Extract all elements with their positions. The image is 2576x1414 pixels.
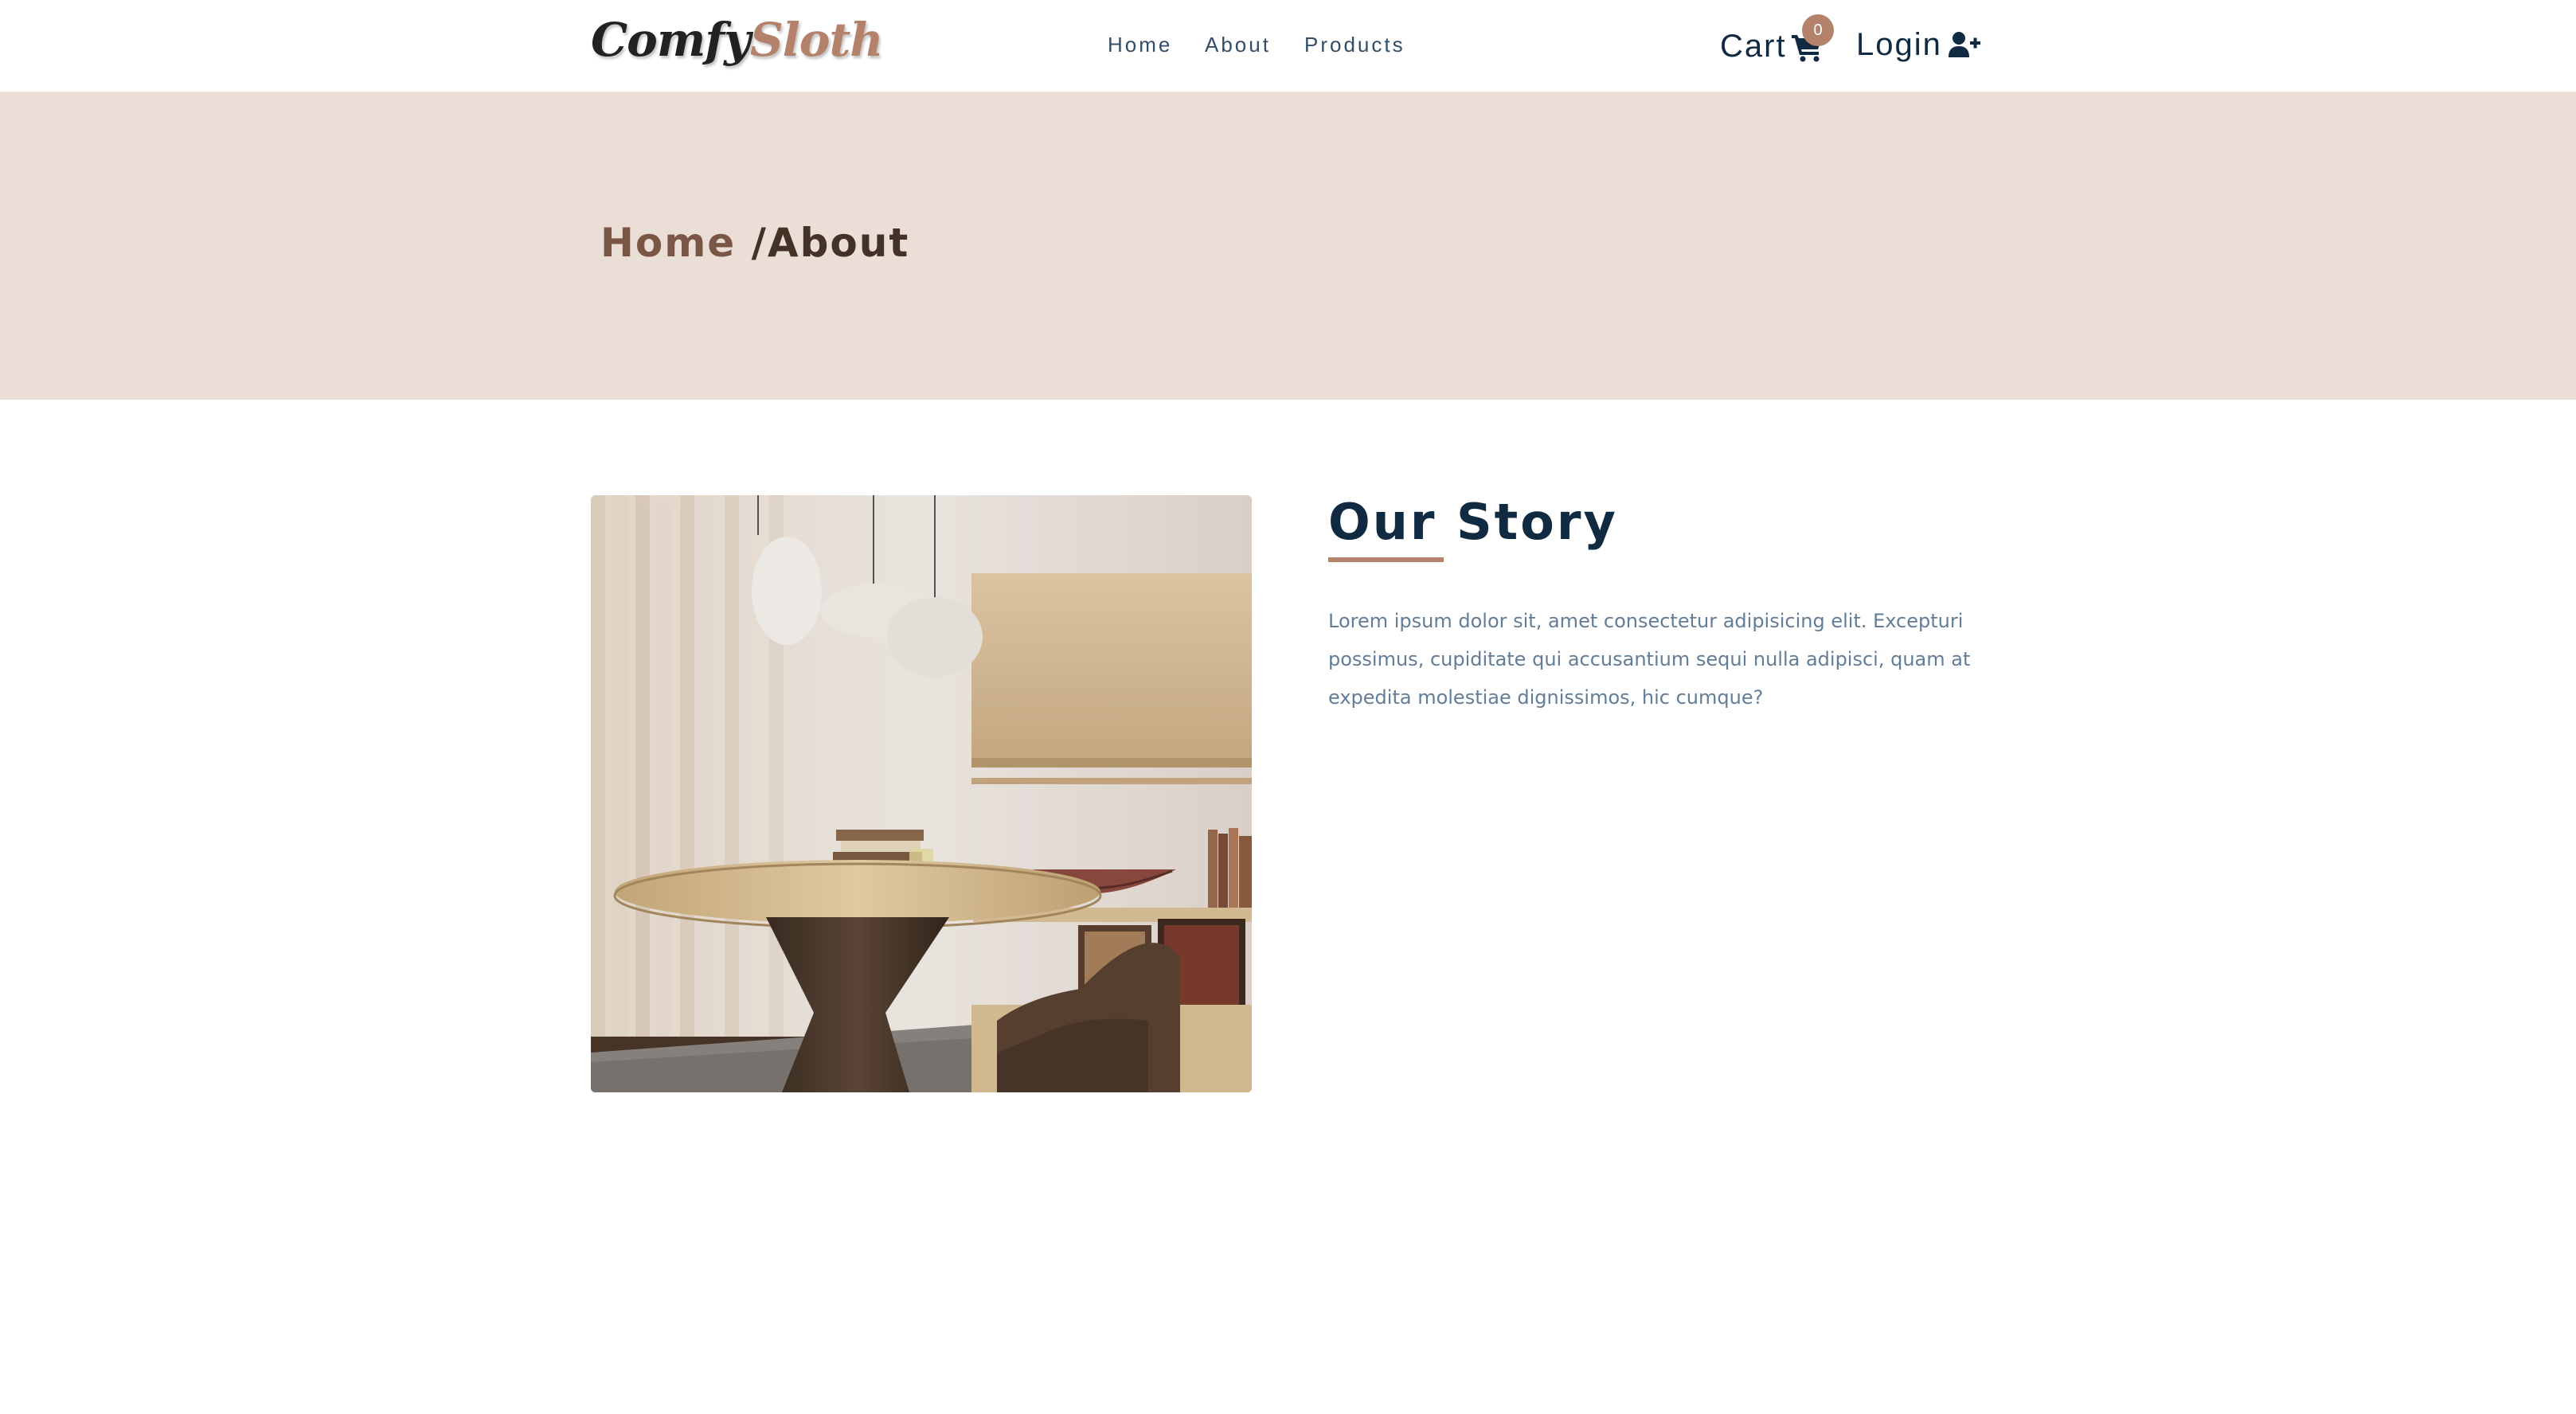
breadcrumb: Home /About — [600, 215, 909, 271]
brand-logo[interactable]: ComfySloth — [591, 11, 884, 68]
cart-count-badge: 0 — [1802, 14, 1834, 46]
story-title: Our Story — [1328, 493, 1618, 551]
nav-link-about[interactable]: About — [1205, 29, 1271, 61]
cart-label: Cart — [1720, 29, 1787, 64]
title-underline — [1328, 557, 1444, 562]
navbar: ComfySloth Home About Products Cart 0 Lo… — [0, 0, 2576, 92]
user-plus-icon — [1948, 32, 1980, 57]
story-image — [591, 495, 1252, 1092]
breadcrumb-current: /About — [751, 220, 910, 266]
breadcrumb-home-link[interactable]: Home — [600, 220, 736, 266]
nav-link-products[interactable]: Products — [1304, 29, 1405, 61]
page-hero: Home /About — [0, 92, 2576, 400]
brand-logo-part1: Comfy — [591, 13, 751, 67]
brand-logo-part2: Sloth — [749, 13, 884, 67]
story-paragraph: Lorem ipsum dolor sit, amet consectetur … — [1328, 610, 1971, 709]
login-button[interactable]: Login — [1856, 21, 1980, 68]
login-label: Login — [1856, 27, 1942, 62]
nav-link-home[interactable]: Home — [1108, 29, 1172, 61]
